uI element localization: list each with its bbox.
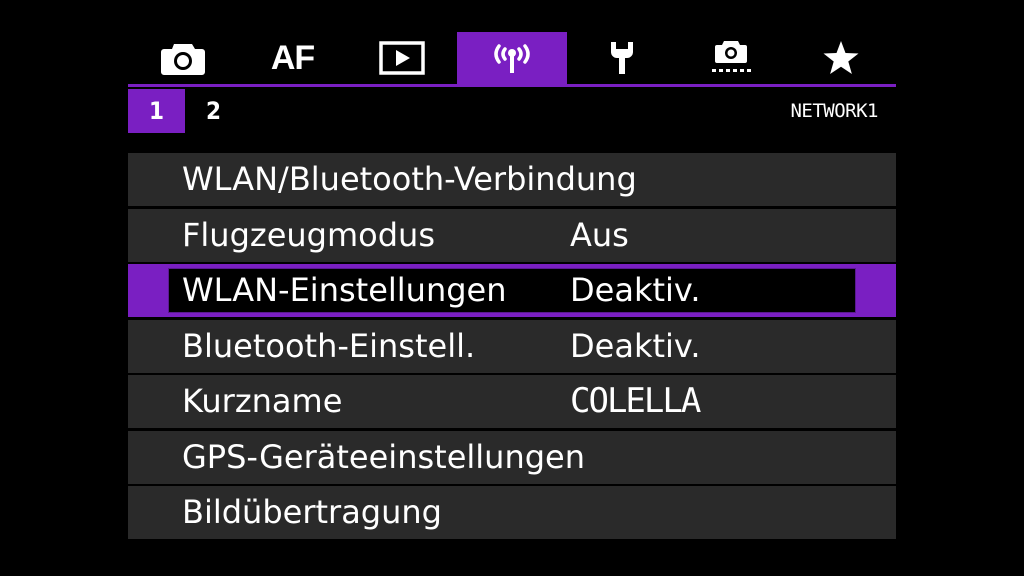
menu-tab-bar: AF <box>128 32 896 84</box>
wireless-icon <box>494 44 530 73</box>
tab-my-menu[interactable] <box>786 32 896 84</box>
menu-item-value: COLELLA <box>570 381 701 421</box>
menu-item-value: Aus <box>570 215 629 254</box>
custom-camera-icon <box>712 41 752 72</box>
play-icon <box>379 41 425 75</box>
menu-item-label: Bildübertragung <box>182 493 442 531</box>
menu-item-value: Deaktiv. <box>570 271 701 309</box>
menu-item-value: Deaktiv. <box>570 326 701 365</box>
tab-custom[interactable] <box>676 32 786 84</box>
tab-af[interactable]: AF <box>238 32 348 84</box>
menu-item-label: Flugzeugmodus <box>182 215 435 254</box>
menu-item-label: Bluetooth-Einstell. <box>182 326 476 365</box>
camera-icon <box>160 44 205 75</box>
subpage-1[interactable]: 1 <box>128 89 185 133</box>
menu-item-bluetooth-settings[interactable]: Bluetooth-Einstell. Deaktiv. <box>128 319 896 373</box>
menu-item-label: WLAN-Einstellungen <box>182 271 507 309</box>
tab-wireless[interactable] <box>457 32 567 84</box>
menu-item-label: WLAN/Bluetooth-Verbindung <box>182 160 637 198</box>
menu-item-wlan-bluetooth-connection[interactable]: WLAN/Bluetooth-Verbindung <box>128 153 896 206</box>
subpage-bar: 1 2 NETWORK1 <box>128 89 896 133</box>
menu-item-image-transfer[interactable]: Bildübertragung <box>128 486 896 539</box>
tab-setup[interactable] <box>567 32 677 84</box>
wrench-icon <box>610 42 633 74</box>
tab-underline <box>128 84 896 87</box>
menu-item-wlan-settings[interactable]: WLAN-Einstellungen Deaktiv. <box>128 264 896 317</box>
tab-af-label: AF <box>270 38 315 77</box>
menu-item-gps-settings[interactable]: GPS-Geräteeinstellungen <box>128 430 896 484</box>
page-title: NETWORK1 <box>790 100 878 122</box>
menu-item-label: GPS-Geräteeinstellungen <box>182 437 585 476</box>
menu-item-airplane-mode[interactable]: Flugzeugmodus Aus <box>128 208 896 262</box>
subpage-2[interactable]: 2 <box>185 89 242 133</box>
menu-item-nickname[interactable]: Kurzname COLELLA <box>128 375 896 428</box>
tab-playback[interactable] <box>347 32 457 84</box>
tab-shooting[interactable] <box>128 32 238 84</box>
menu-list: WLAN/Bluetooth-Verbindung Flugzeugmodus … <box>128 153 896 542</box>
star-icon <box>823 41 859 74</box>
camera-menu-screen: AF 1 2 NETWORK1 WLAN/Bluetooth-Verbindun… <box>0 0 1024 576</box>
menu-item-label: Kurzname <box>182 382 343 420</box>
